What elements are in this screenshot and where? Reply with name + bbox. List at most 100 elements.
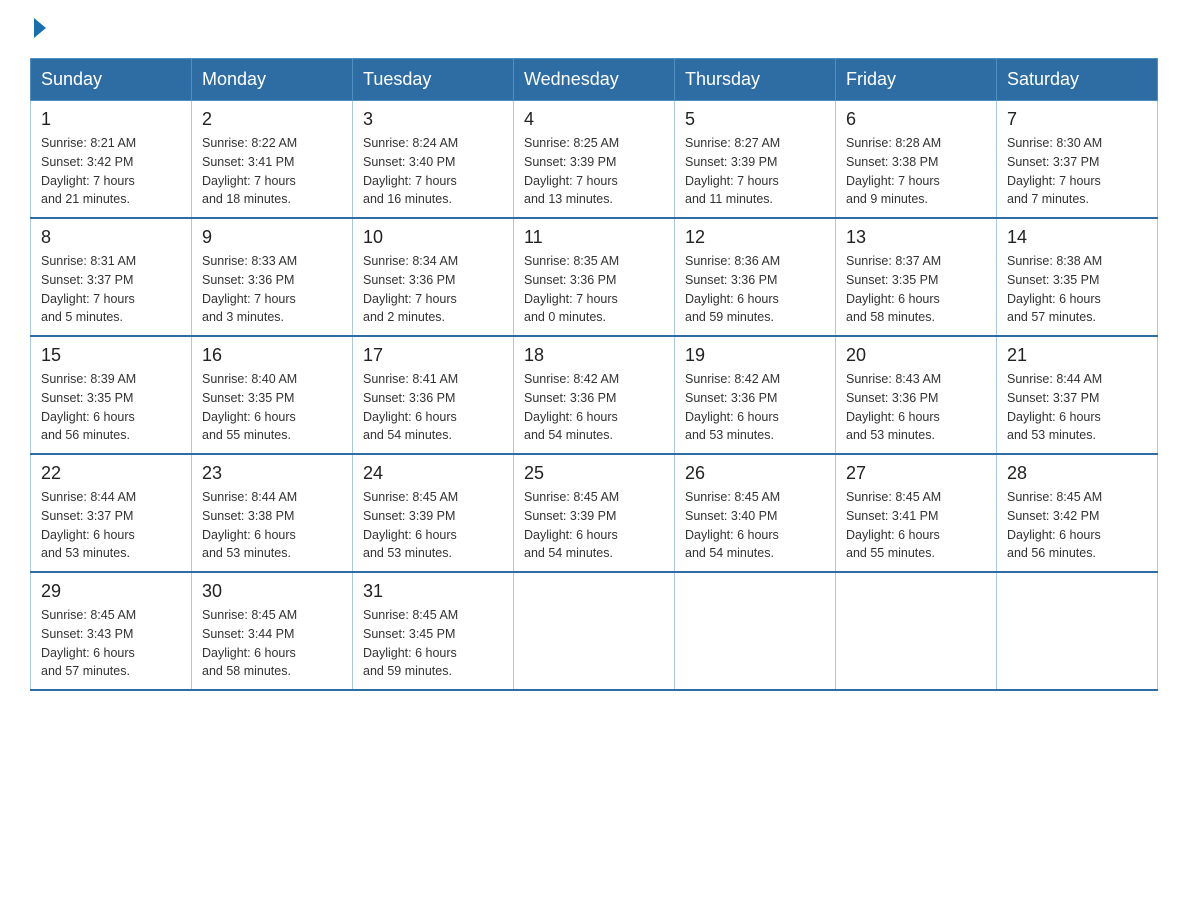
day-info: Sunrise: 8:36 AM Sunset: 3:36 PM Dayligh… bbox=[685, 252, 825, 327]
calendar-cell bbox=[997, 572, 1158, 690]
day-info: Sunrise: 8:37 AM Sunset: 3:35 PM Dayligh… bbox=[846, 252, 986, 327]
calendar-week-1: 1 Sunrise: 8:21 AM Sunset: 3:42 PM Dayli… bbox=[31, 101, 1158, 219]
day-number: 8 bbox=[41, 227, 181, 248]
day-number: 14 bbox=[1007, 227, 1147, 248]
calendar-cell: 27 Sunrise: 8:45 AM Sunset: 3:41 PM Dayl… bbox=[836, 454, 997, 572]
calendar-cell: 30 Sunrise: 8:45 AM Sunset: 3:44 PM Dayl… bbox=[192, 572, 353, 690]
calendar-cell: 19 Sunrise: 8:42 AM Sunset: 3:36 PM Dayl… bbox=[675, 336, 836, 454]
logo-triangle-icon bbox=[34, 18, 46, 38]
calendar-cell: 4 Sunrise: 8:25 AM Sunset: 3:39 PM Dayli… bbox=[514, 101, 675, 219]
weekday-header-tuesday: Tuesday bbox=[353, 59, 514, 101]
day-number: 17 bbox=[363, 345, 503, 366]
day-number: 22 bbox=[41, 463, 181, 484]
calendar-cell: 17 Sunrise: 8:41 AM Sunset: 3:36 PM Dayl… bbox=[353, 336, 514, 454]
calendar-cell: 6 Sunrise: 8:28 AM Sunset: 3:38 PM Dayli… bbox=[836, 101, 997, 219]
calendar-cell: 12 Sunrise: 8:36 AM Sunset: 3:36 PM Dayl… bbox=[675, 218, 836, 336]
day-info: Sunrise: 8:40 AM Sunset: 3:35 PM Dayligh… bbox=[202, 370, 342, 445]
day-info: Sunrise: 8:24 AM Sunset: 3:40 PM Dayligh… bbox=[363, 134, 503, 209]
weekday-header-row: SundayMondayTuesdayWednesdayThursdayFrid… bbox=[31, 59, 1158, 101]
day-info: Sunrise: 8:30 AM Sunset: 3:37 PM Dayligh… bbox=[1007, 134, 1147, 209]
calendar-cell: 16 Sunrise: 8:40 AM Sunset: 3:35 PM Dayl… bbox=[192, 336, 353, 454]
weekday-header-friday: Friday bbox=[836, 59, 997, 101]
calendar-cell: 23 Sunrise: 8:44 AM Sunset: 3:38 PM Dayl… bbox=[192, 454, 353, 572]
day-number: 30 bbox=[202, 581, 342, 602]
day-number: 10 bbox=[363, 227, 503, 248]
day-info: Sunrise: 8:25 AM Sunset: 3:39 PM Dayligh… bbox=[524, 134, 664, 209]
calendar-cell: 11 Sunrise: 8:35 AM Sunset: 3:36 PM Dayl… bbox=[514, 218, 675, 336]
calendar-cell: 10 Sunrise: 8:34 AM Sunset: 3:36 PM Dayl… bbox=[353, 218, 514, 336]
calendar-cell: 5 Sunrise: 8:27 AM Sunset: 3:39 PM Dayli… bbox=[675, 101, 836, 219]
day-info: Sunrise: 8:21 AM Sunset: 3:42 PM Dayligh… bbox=[41, 134, 181, 209]
page-header bbox=[30, 20, 1158, 40]
day-info: Sunrise: 8:45 AM Sunset: 3:39 PM Dayligh… bbox=[363, 488, 503, 563]
calendar-cell: 26 Sunrise: 8:45 AM Sunset: 3:40 PM Dayl… bbox=[675, 454, 836, 572]
calendar-cell: 18 Sunrise: 8:42 AM Sunset: 3:36 PM Dayl… bbox=[514, 336, 675, 454]
day-info: Sunrise: 8:22 AM Sunset: 3:41 PM Dayligh… bbox=[202, 134, 342, 209]
logo bbox=[30, 20, 46, 40]
day-number: 19 bbox=[685, 345, 825, 366]
calendar-cell: 13 Sunrise: 8:37 AM Sunset: 3:35 PM Dayl… bbox=[836, 218, 997, 336]
day-info: Sunrise: 8:42 AM Sunset: 3:36 PM Dayligh… bbox=[524, 370, 664, 445]
day-number: 23 bbox=[202, 463, 342, 484]
day-number: 28 bbox=[1007, 463, 1147, 484]
calendar-cell bbox=[514, 572, 675, 690]
calendar-cell: 28 Sunrise: 8:45 AM Sunset: 3:42 PM Dayl… bbox=[997, 454, 1158, 572]
calendar-week-5: 29 Sunrise: 8:45 AM Sunset: 3:43 PM Dayl… bbox=[31, 572, 1158, 690]
day-number: 29 bbox=[41, 581, 181, 602]
day-number: 20 bbox=[846, 345, 986, 366]
day-info: Sunrise: 8:39 AM Sunset: 3:35 PM Dayligh… bbox=[41, 370, 181, 445]
day-number: 16 bbox=[202, 345, 342, 366]
day-number: 6 bbox=[846, 109, 986, 130]
day-number: 18 bbox=[524, 345, 664, 366]
weekday-header-wednesday: Wednesday bbox=[514, 59, 675, 101]
calendar-cell bbox=[675, 572, 836, 690]
calendar-cell: 25 Sunrise: 8:45 AM Sunset: 3:39 PM Dayl… bbox=[514, 454, 675, 572]
day-number: 26 bbox=[685, 463, 825, 484]
day-info: Sunrise: 8:44 AM Sunset: 3:38 PM Dayligh… bbox=[202, 488, 342, 563]
day-number: 21 bbox=[1007, 345, 1147, 366]
day-number: 15 bbox=[41, 345, 181, 366]
calendar-cell: 9 Sunrise: 8:33 AM Sunset: 3:36 PM Dayli… bbox=[192, 218, 353, 336]
day-info: Sunrise: 8:27 AM Sunset: 3:39 PM Dayligh… bbox=[685, 134, 825, 209]
calendar-week-4: 22 Sunrise: 8:44 AM Sunset: 3:37 PM Dayl… bbox=[31, 454, 1158, 572]
day-info: Sunrise: 8:45 AM Sunset: 3:42 PM Dayligh… bbox=[1007, 488, 1147, 563]
calendar-week-3: 15 Sunrise: 8:39 AM Sunset: 3:35 PM Dayl… bbox=[31, 336, 1158, 454]
calendar-cell: 29 Sunrise: 8:45 AM Sunset: 3:43 PM Dayl… bbox=[31, 572, 192, 690]
day-number: 5 bbox=[685, 109, 825, 130]
day-info: Sunrise: 8:38 AM Sunset: 3:35 PM Dayligh… bbox=[1007, 252, 1147, 327]
day-number: 31 bbox=[363, 581, 503, 602]
day-info: Sunrise: 8:45 AM Sunset: 3:41 PM Dayligh… bbox=[846, 488, 986, 563]
weekday-header-saturday: Saturday bbox=[997, 59, 1158, 101]
calendar-cell: 21 Sunrise: 8:44 AM Sunset: 3:37 PM Dayl… bbox=[997, 336, 1158, 454]
calendar-cell: 20 Sunrise: 8:43 AM Sunset: 3:36 PM Dayl… bbox=[836, 336, 997, 454]
day-number: 1 bbox=[41, 109, 181, 130]
day-number: 3 bbox=[363, 109, 503, 130]
day-info: Sunrise: 8:44 AM Sunset: 3:37 PM Dayligh… bbox=[1007, 370, 1147, 445]
day-info: Sunrise: 8:45 AM Sunset: 3:40 PM Dayligh… bbox=[685, 488, 825, 563]
day-info: Sunrise: 8:44 AM Sunset: 3:37 PM Dayligh… bbox=[41, 488, 181, 563]
weekday-header-sunday: Sunday bbox=[31, 59, 192, 101]
day-number: 13 bbox=[846, 227, 986, 248]
day-info: Sunrise: 8:45 AM Sunset: 3:39 PM Dayligh… bbox=[524, 488, 664, 563]
calendar-cell: 15 Sunrise: 8:39 AM Sunset: 3:35 PM Dayl… bbox=[31, 336, 192, 454]
day-number: 4 bbox=[524, 109, 664, 130]
day-number: 12 bbox=[685, 227, 825, 248]
day-info: Sunrise: 8:35 AM Sunset: 3:36 PM Dayligh… bbox=[524, 252, 664, 327]
calendar-cell: 7 Sunrise: 8:30 AM Sunset: 3:37 PM Dayli… bbox=[997, 101, 1158, 219]
calendar-cell: 24 Sunrise: 8:45 AM Sunset: 3:39 PM Dayl… bbox=[353, 454, 514, 572]
day-info: Sunrise: 8:41 AM Sunset: 3:36 PM Dayligh… bbox=[363, 370, 503, 445]
day-info: Sunrise: 8:45 AM Sunset: 3:44 PM Dayligh… bbox=[202, 606, 342, 681]
calendar-cell: 3 Sunrise: 8:24 AM Sunset: 3:40 PM Dayli… bbox=[353, 101, 514, 219]
weekday-header-monday: Monday bbox=[192, 59, 353, 101]
calendar-table: SundayMondayTuesdayWednesdayThursdayFrid… bbox=[30, 58, 1158, 691]
calendar-cell: 14 Sunrise: 8:38 AM Sunset: 3:35 PM Dayl… bbox=[997, 218, 1158, 336]
day-info: Sunrise: 8:45 AM Sunset: 3:45 PM Dayligh… bbox=[363, 606, 503, 681]
day-number: 24 bbox=[363, 463, 503, 484]
day-number: 2 bbox=[202, 109, 342, 130]
day-info: Sunrise: 8:45 AM Sunset: 3:43 PM Dayligh… bbox=[41, 606, 181, 681]
logo-blue-text bbox=[30, 20, 46, 40]
calendar-week-2: 8 Sunrise: 8:31 AM Sunset: 3:37 PM Dayli… bbox=[31, 218, 1158, 336]
day-number: 27 bbox=[846, 463, 986, 484]
day-number: 25 bbox=[524, 463, 664, 484]
calendar-cell: 2 Sunrise: 8:22 AM Sunset: 3:41 PM Dayli… bbox=[192, 101, 353, 219]
